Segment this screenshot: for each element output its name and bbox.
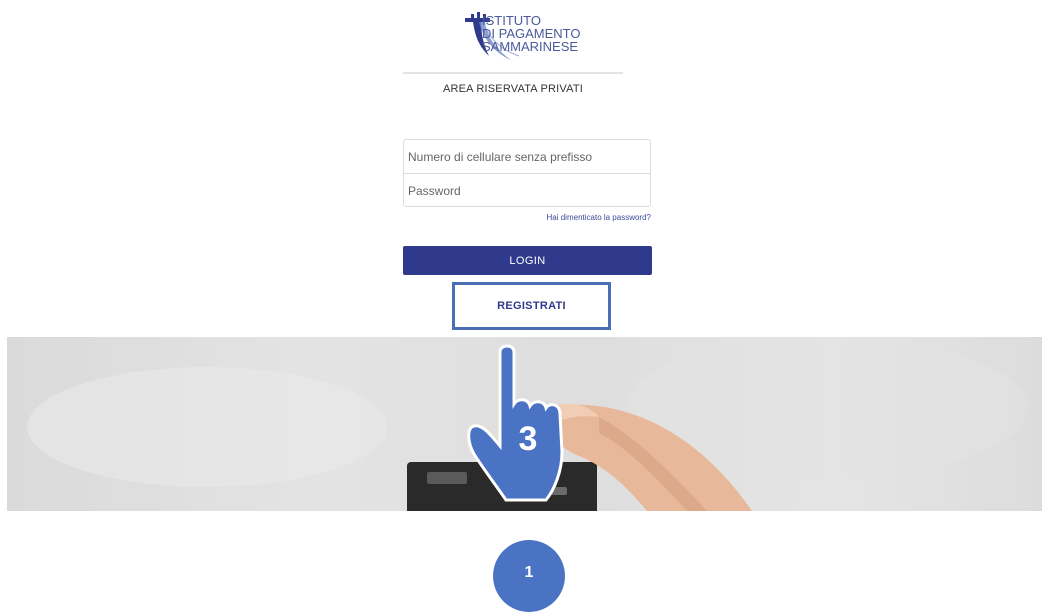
logo-line-3: SAMMARINESE [482,39,579,54]
login-button[interactable]: LOGIN [403,246,652,275]
logo-text: ISTITUTO DI PAGAMENTO SAMMARINESE [480,14,580,53]
header-divider [403,72,623,74]
forgot-password-link[interactable]: Hai dimenticato la password? [547,213,652,222]
phone-input[interactable] [404,140,650,173]
page-title: AREA RISERVATA PRIVATI [442,83,584,95]
login-form [403,139,651,207]
step-badge: 1 [493,540,565,612]
register-button[interactable]: REGISTRATI [452,282,611,330]
hand-step-number: 3 [518,420,538,458]
password-input[interactable] [404,174,650,207]
